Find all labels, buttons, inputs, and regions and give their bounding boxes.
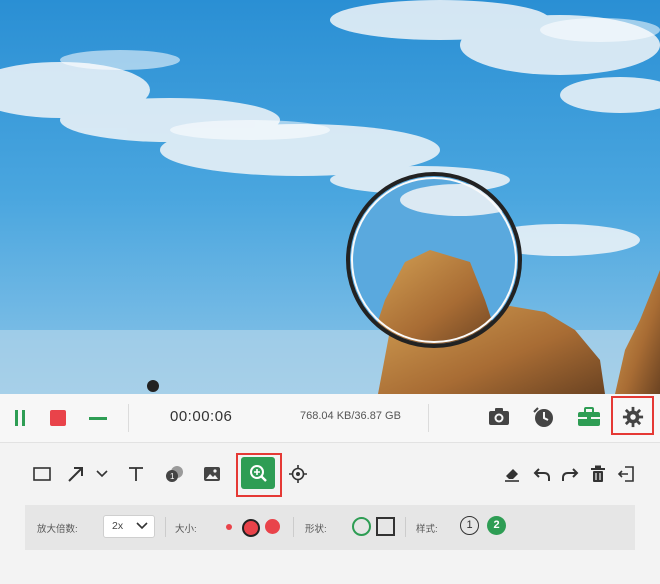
- shape-circle[interactable]: [352, 517, 371, 536]
- zoom-label: 放大倍数:: [37, 524, 78, 535]
- arrow-icon: [68, 467, 83, 482]
- eraser-icon: [505, 469, 519, 482]
- delete-button[interactable]: [584, 460, 612, 488]
- style-option-2[interactable]: 2: [487, 516, 506, 535]
- toolbox-button[interactable]: [574, 402, 604, 432]
- size-small[interactable]: [226, 524, 232, 530]
- recording-bar: 00:00:06 768.04 KB/36.87 GB: [0, 394, 660, 443]
- clock-icon: [533, 407, 553, 427]
- size-label: 大小:: [175, 524, 197, 535]
- text-icon: [129, 467, 143, 481]
- divider: [293, 517, 294, 537]
- shape-square[interactable]: [376, 517, 395, 536]
- tool-dropdown[interactable]: [88, 460, 116, 488]
- undo-button[interactable]: [528, 460, 556, 488]
- arrow-tool[interactable]: [62, 460, 90, 488]
- style-label: 样式:: [416, 524, 438, 535]
- eraser-tool[interactable]: [498, 460, 526, 488]
- rectangle-tool[interactable]: [28, 460, 56, 488]
- divider: [405, 517, 406, 537]
- spotlight-icon: [289, 465, 307, 483]
- minimize-button[interactable]: [84, 404, 112, 432]
- number-bubble-tool[interactable]: 1: [160, 460, 188, 488]
- annotation-toolbar: 1: [0, 443, 660, 509]
- settings-highlight: [611, 396, 654, 435]
- stop-button[interactable]: [44, 404, 72, 432]
- zoom-select[interactable]: 2x: [103, 515, 155, 538]
- redo-icon: [562, 468, 579, 481]
- camera-icon: [489, 408, 509, 425]
- magnifier-highlight: [236, 453, 282, 497]
- style-option-1[interactable]: 1: [460, 516, 479, 535]
- schedule-button[interactable]: [528, 402, 558, 432]
- chevron-down-icon: [96, 470, 108, 478]
- bubble-number-icon: 1: [166, 466, 183, 482]
- divider: [428, 404, 429, 432]
- toolbox-icon: [578, 407, 600, 426]
- trash-icon: [591, 465, 605, 482]
- file-size: 768.04 KB/36.87 GB: [300, 410, 401, 422]
- svg-text:1: 1: [170, 472, 175, 481]
- undo-icon: [533, 468, 550, 481]
- divider: [165, 517, 166, 537]
- image-icon: [204, 467, 220, 481]
- spotlight-tool[interactable]: [284, 460, 312, 488]
- exit-icon: [617, 466, 634, 482]
- exit-annotation-button[interactable]: [612, 460, 640, 488]
- recording-timer: 00:00:06: [170, 408, 233, 425]
- zoom-value: 2x: [112, 520, 124, 532]
- chevron-down-icon: [136, 522, 148, 530]
- shape-label: 形状:: [305, 524, 327, 535]
- divider: [128, 404, 129, 432]
- options-bar: 放大倍数: 2x 大小: 形状: 样式: 1 2: [25, 505, 635, 550]
- rectangle-icon: [33, 467, 51, 481]
- size-medium-selected[interactable]: [242, 519, 260, 537]
- size-large[interactable]: [265, 519, 280, 534]
- snapshot-button[interactable]: [484, 402, 514, 432]
- pause-button[interactable]: [6, 404, 34, 432]
- redo-button[interactable]: [556, 460, 584, 488]
- text-tool[interactable]: [122, 460, 150, 488]
- screen-preview: [0, 0, 660, 394]
- footer-area: [0, 550, 660, 584]
- image-tool[interactable]: [198, 460, 226, 488]
